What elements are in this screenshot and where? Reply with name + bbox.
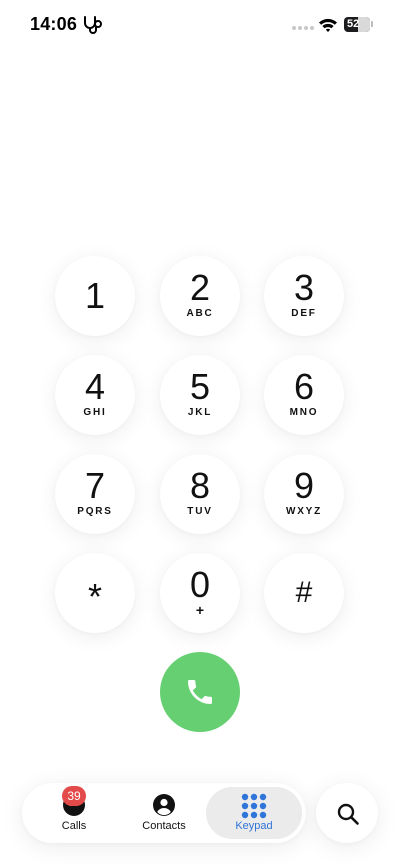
key-digit: 2	[189, 267, 211, 308]
key-digit: 9	[293, 465, 315, 506]
tab-keypad-label: Keypad	[235, 820, 273, 832]
key-letters: TUV	[187, 506, 213, 517]
phone-icon	[188, 680, 212, 704]
search-button[interactable]	[316, 783, 378, 843]
key-5[interactable]: 5 JKL	[160, 355, 240, 435]
call-button[interactable]	[160, 652, 240, 732]
key-9[interactable]: 9 WXYZ	[264, 454, 344, 534]
keypad-grid-icon	[241, 793, 267, 819]
missed-calls-badge: 39	[62, 786, 86, 806]
key-digit: 3	[293, 267, 315, 308]
tab-contacts-label: Contacts	[142, 820, 186, 832]
key-hash[interactable]: #	[264, 553, 344, 633]
key-letters: PQRS	[77, 506, 113, 517]
key-digit: 6	[293, 366, 315, 407]
key-letters: GHI	[83, 407, 107, 418]
key-6[interactable]: 6 MNO	[264, 355, 344, 435]
key-digit: 8	[189, 465, 211, 506]
key-letters: MNO	[289, 407, 319, 418]
key-digit: 5	[189, 366, 211, 407]
key-digit: 7	[84, 465, 106, 506]
phone-keypad-screen: 14:06 52 1 2 ABC 3 DEF 4 GHI 5 JKL 6 MNO…	[0, 0, 400, 865]
tab-contacts[interactable]: Contacts	[126, 787, 202, 839]
key-3[interactable]: 3 DEF	[264, 256, 344, 336]
key-letters: WXYZ	[285, 506, 323, 517]
person-circle-icon	[153, 794, 175, 816]
key-2[interactable]: 2 ABC	[160, 256, 240, 336]
key-star[interactable]: *	[55, 553, 135, 633]
key-digit: 4	[84, 366, 106, 407]
dial-keypad: 1 2 ABC 3 DEF 4 GHI 5 JKL 6 MNO 7 PQRS 8…	[0, 0, 400, 865]
tab-calls-label: Calls	[61, 820, 87, 832]
tab-keypad[interactable]: Keypad	[206, 787, 302, 839]
key-4[interactable]: 4 GHI	[55, 355, 135, 435]
key-8[interactable]: 8 TUV	[160, 454, 240, 534]
search-icon	[337, 803, 359, 825]
key-letters: +	[195, 602, 205, 618]
key-letters: DEF	[291, 308, 317, 319]
key-digit: #	[295, 576, 313, 609]
key-letters: ABC	[186, 308, 214, 319]
key-1[interactable]: 1	[55, 256, 135, 336]
key-7[interactable]: 7 PQRS	[55, 454, 135, 534]
key-letters: JKL	[187, 407, 213, 418]
key-digit: *	[87, 576, 102, 617]
key-0[interactable]: 0 +	[160, 553, 240, 633]
key-digit: 0	[189, 564, 211, 605]
key-digit: 1	[84, 275, 106, 316]
